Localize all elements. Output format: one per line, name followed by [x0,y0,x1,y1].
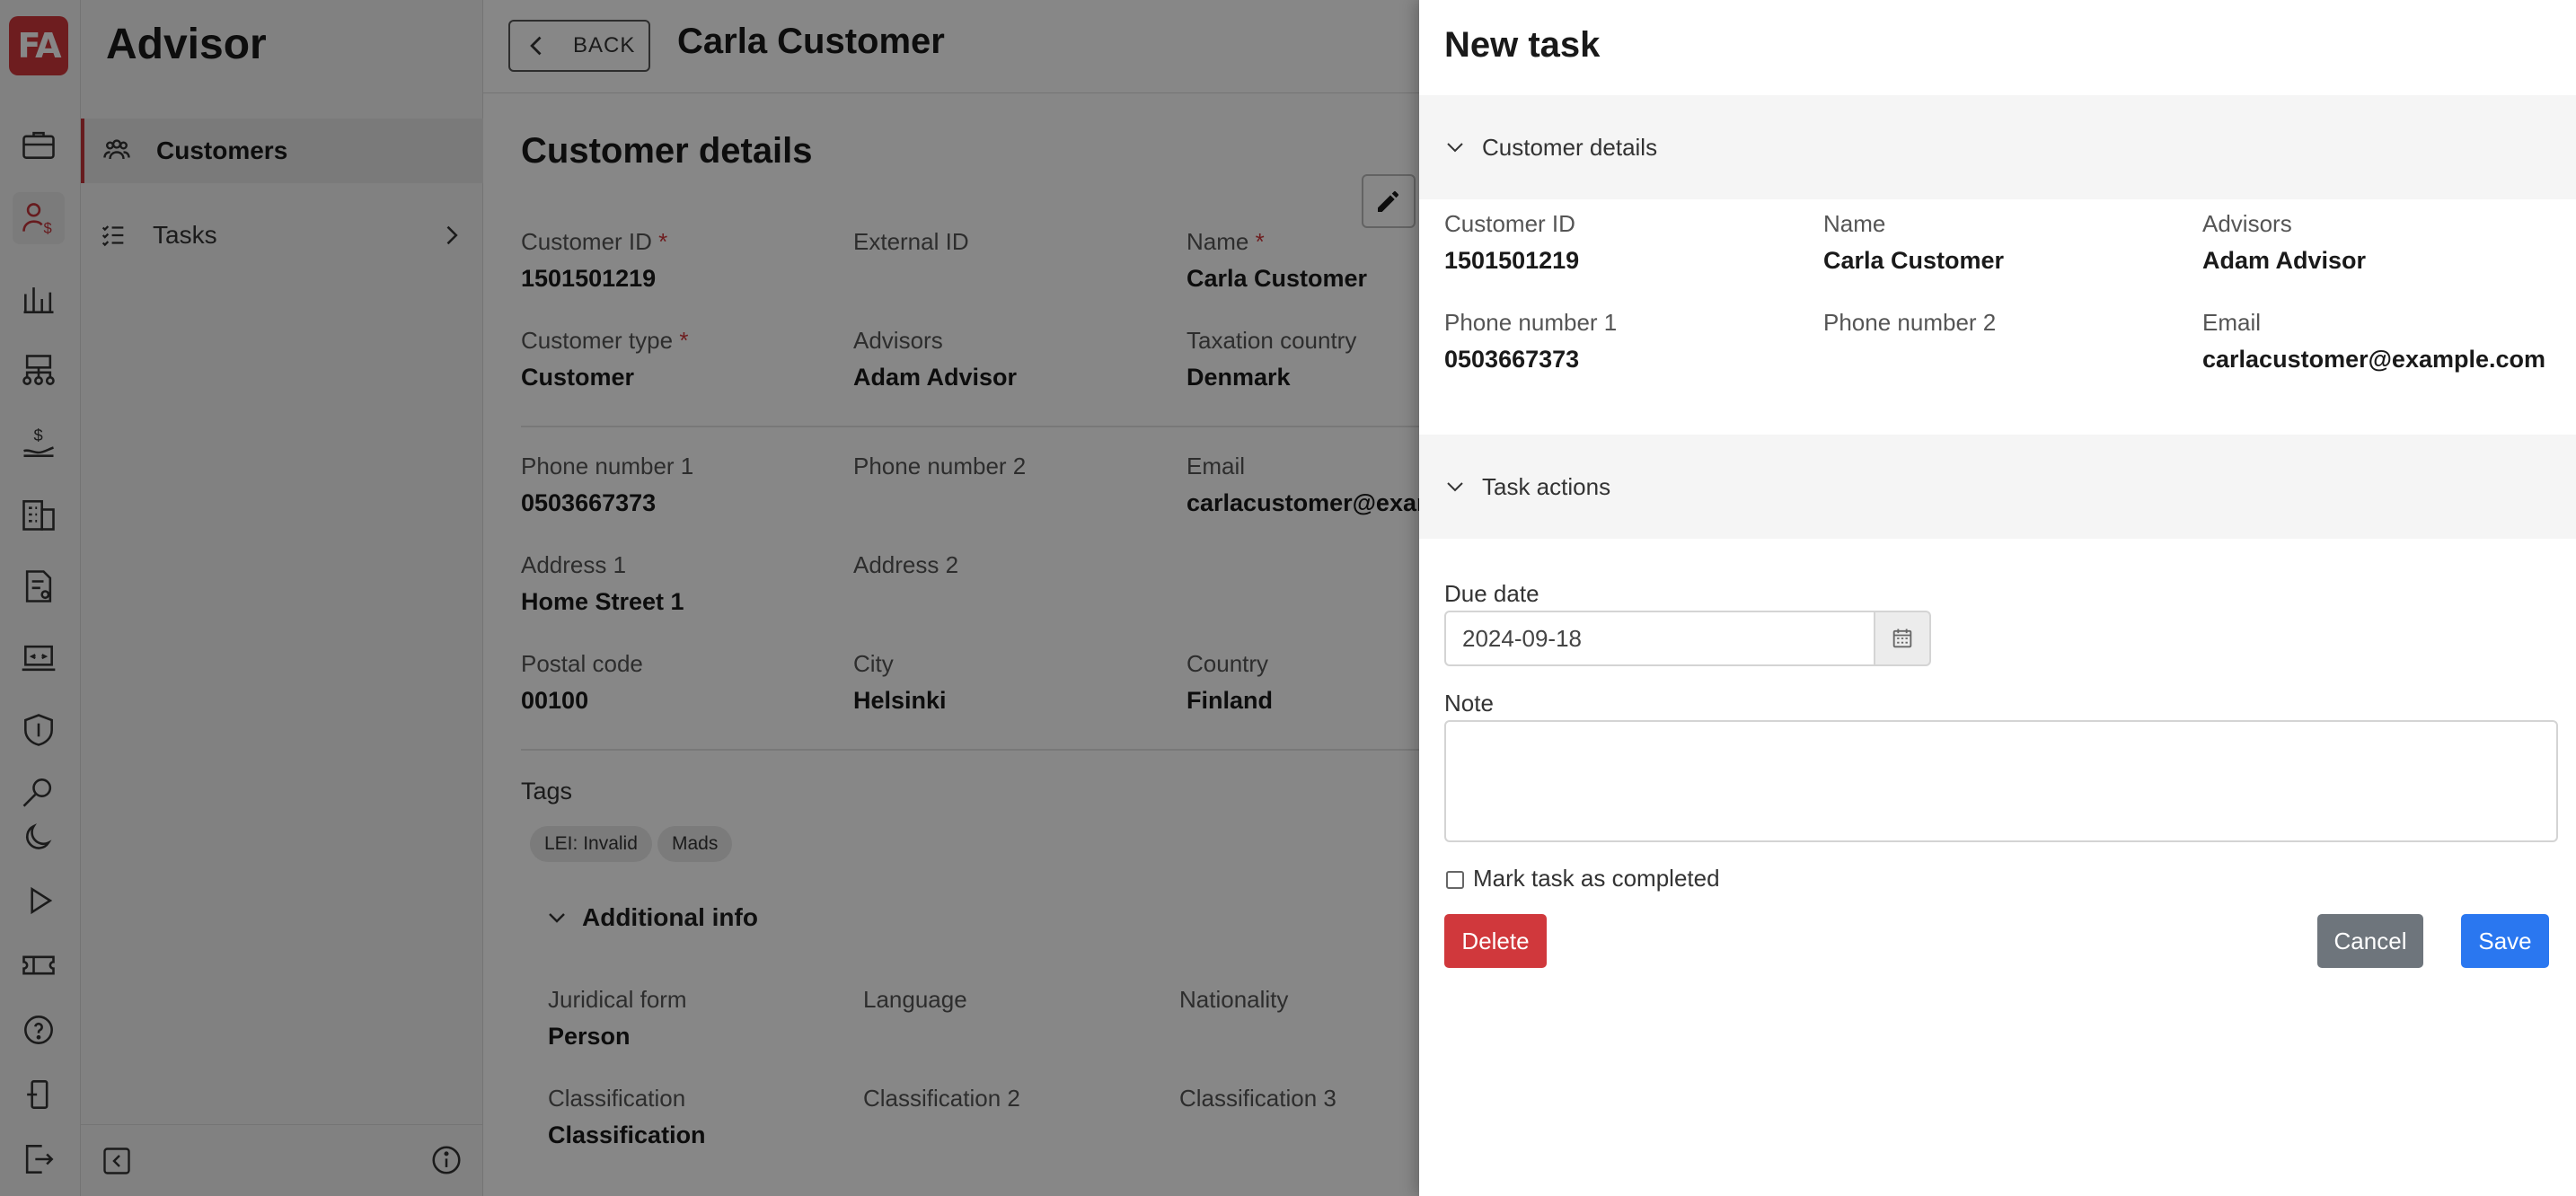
delete-button[interactable]: Delete [1444,914,1547,968]
customer-details-accordion[interactable]: Customer details [1419,95,2576,199]
completed-label[interactable]: Mark task as completed [1473,865,1720,893]
field-label: Advisors [2202,210,2292,237]
field-label: Email [2202,309,2262,336]
chevron-down-icon [1447,143,1463,153]
field-label: Name [1823,210,1886,237]
drawer-field-advisors: Advisors Adam Advisor [2202,210,2366,275]
modal-backdrop[interactable] [0,0,1419,1196]
field-value: 1501501219 [1444,247,1580,274]
note-label: Note [1444,690,1494,717]
accordion-label: Task actions [1482,472,1611,500]
note-textarea[interactable] [1444,720,2558,842]
field-label: Phone number 2 [1823,309,1997,336]
save-button[interactable]: Save [2461,914,2549,968]
drawer-field-email: Email carlacustomer@example.com [2202,309,2545,374]
calendar-icon [1892,629,1912,648]
accordion-label: Customer details [1482,133,1658,161]
drawer-field-name: Name Carla Customer [1823,210,2004,275]
drawer-field-customer-id: Customer ID 1501501219 [1444,210,1579,275]
field-value: Carla Customer [1823,247,2005,274]
date-picker-button[interactable] [1874,611,1931,666]
due-date-input[interactable] [1444,611,1875,666]
field-label: Phone number 1 [1444,309,1618,336]
drawer-title: New task [1444,25,1601,65]
field-value: 0503667373 [1444,346,1580,373]
task-actions-accordion[interactable]: Task actions [1419,435,2576,539]
field-value: Adam Advisor [2202,247,2367,274]
cancel-button[interactable]: Cancel [2317,914,2423,968]
drawer-field-phone1: Phone number 1 0503667373 [1444,309,1617,374]
drawer-field-phone2: Phone number 2 [1823,309,1996,346]
chevron-down-icon [1447,482,1463,492]
field-value: carlacustomer@example.com [2202,346,2546,373]
field-label: Customer ID [1444,210,1575,237]
new-task-drawer: New task Customer details Customer ID 15… [1419,0,2576,1196]
due-date-label: Due date [1444,580,1539,607]
completed-checkbox[interactable] [1446,871,1464,889]
